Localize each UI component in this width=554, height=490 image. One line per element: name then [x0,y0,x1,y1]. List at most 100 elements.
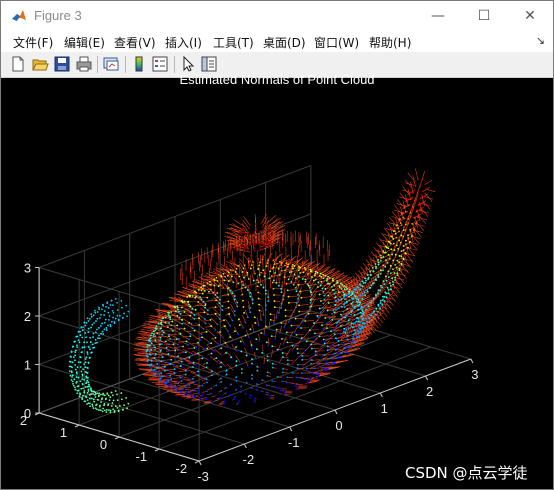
menu-insert[interactable]: 插入(I) [165,34,202,51]
cloud-point [242,237,245,240]
cloud-point [264,241,266,244]
cloud-point [240,230,243,232]
menu-edit[interactable]: 编辑(E) [64,34,105,51]
cloud-point [147,339,150,342]
cloud-point [361,325,364,328]
cloud-point [331,319,334,321]
cloud-point [217,258,220,261]
print-icon[interactable] [75,55,93,73]
menu-file[interactable]: 文件(F) [13,34,53,51]
cloud-point [181,282,184,285]
cloud-point [417,204,420,206]
cloud-point [343,347,346,350]
title-bar[interactable]: Figure 3 — ☐ ✕ [1,1,553,31]
cloud-point [381,299,384,301]
cloud-point [147,355,149,358]
cloud-point [86,341,88,344]
cloud-point [398,267,401,270]
cloud-point [238,318,240,321]
cloud-point [339,313,342,316]
cloud-point [369,274,372,277]
cloud-point [256,279,258,281]
cloud-point [240,280,243,283]
cloud-point [94,393,96,396]
cloud-point [285,262,288,265]
cloud-point [399,222,402,224]
cloud-point [417,216,419,219]
new-figure-icon[interactable] [9,55,27,73]
cloud-point [79,366,82,368]
cloud-point [301,278,304,280]
cloud-point [350,345,353,348]
cloud-point [179,365,182,367]
cloud-point [280,262,283,264]
cloud-point [330,330,332,333]
cloud-point [126,315,129,318]
cloud-point [368,317,371,320]
cloud-point [165,374,168,377]
cloud-point [402,249,405,252]
insert-colorbar-icon[interactable] [130,55,148,73]
cloud-point [400,263,403,266]
cloud-point [164,316,167,319]
close-button[interactable]: ✕ [507,1,553,31]
cloud-point [306,246,309,249]
menu-view[interactable]: 查看(V) [114,34,156,51]
axes-3d[interactable]: -3-2-10123-2-10120123 [1,78,553,489]
cloud-point [320,300,322,302]
cloud-point [314,350,317,353]
cloud-point [418,201,421,204]
cloud-point [336,281,339,284]
cloud-point [94,342,97,344]
dock-arrow-icon[interactable]: ↘ [536,34,545,47]
cloud-point [337,352,340,355]
cloud-point [265,341,268,344]
cloud-point [200,286,203,289]
maximize-button[interactable]: ☐ [461,1,507,31]
cloud-point [248,260,250,263]
menu-help[interactable]: 帮助(H) [369,34,411,51]
open-file-icon[interactable] [31,55,49,73]
menu-desktop[interactable]: 桌面(D) [263,34,306,51]
cloud-point [353,294,356,297]
cloud-point [199,296,202,299]
property-inspector-icon[interactable] [200,55,218,73]
pointer-icon[interactable] [179,55,197,73]
menu-tools[interactable]: 工具(T) [213,34,254,51]
cloud-point [409,230,412,233]
cloud-point [382,264,385,267]
minimize-button[interactable]: — [415,1,461,31]
cloud-point [108,315,111,317]
cloud-point [201,394,204,397]
cloud-point [267,224,270,227]
save-icon[interactable] [53,55,71,73]
insert-legend-icon[interactable] [151,55,169,73]
cloud-point [235,376,238,379]
cloud-point [294,287,297,289]
plot-area[interactable]: Estimated Normals of Point Cloud -3 -2 -1 0… [1,72,553,489]
cloud-point [181,322,184,325]
cloud-point [234,267,236,270]
cloud-point [320,355,323,358]
cloud-point [213,292,216,295]
cloud-point [185,268,187,271]
cloud-point [210,399,213,402]
cloud-point [357,313,359,315]
cloud-point [188,356,191,359]
cloud-point [206,313,209,316]
cloud-point [309,250,312,253]
menu-window[interactable]: 窗口(W) [314,34,359,51]
cloud-point [388,257,391,260]
cloud-point [200,298,203,301]
normal-vector [307,303,314,312]
cloud-point [346,338,349,341]
cloud-point [357,326,360,328]
cloud-point [320,276,323,278]
cloud-point [97,326,100,329]
link-plot-icon[interactable] [102,55,120,73]
cloud-point [347,327,350,329]
cloud-point [269,319,272,321]
cloud-point [103,394,106,397]
x-tick-label: 3 [471,367,478,382]
cloud-point [235,273,238,275]
